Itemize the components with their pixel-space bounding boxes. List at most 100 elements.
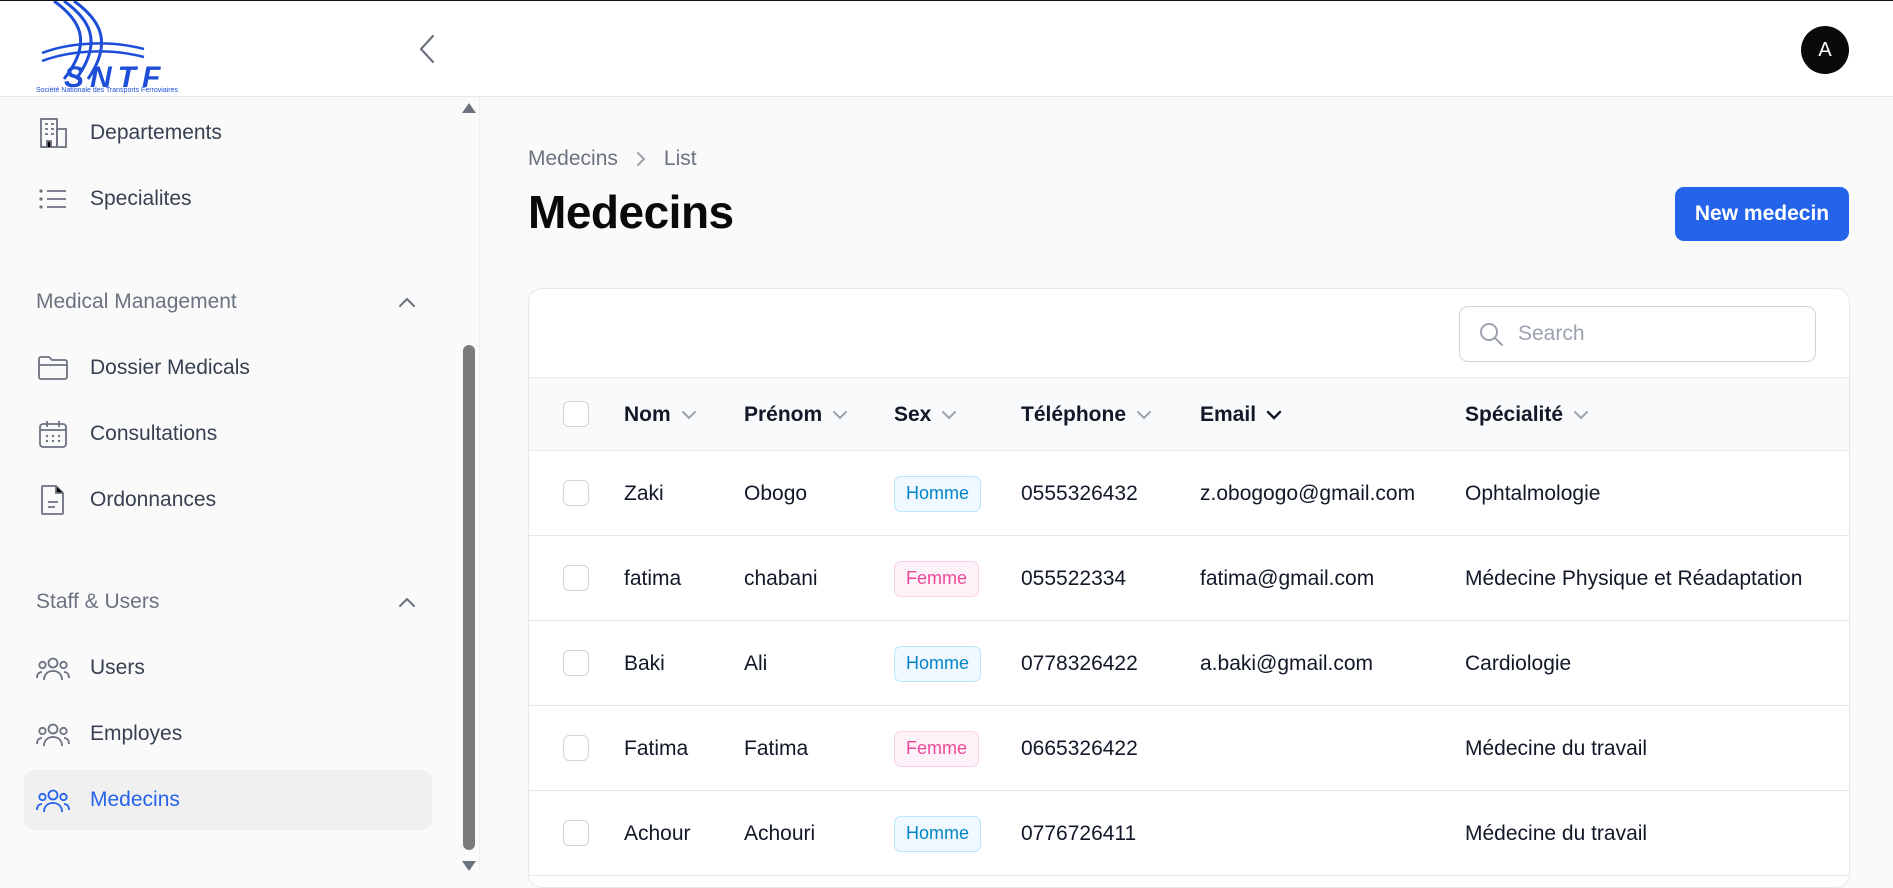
chevron-left-icon [419,34,435,64]
calendar-icon [36,417,70,451]
chevron-down-icon [941,410,957,420]
table-row[interactable]: Baki Ali Homme 0778326422 a.baki@gmail.c… [529,621,1849,706]
cell-email: z.obogogo@gmail.com [1200,481,1416,505]
cell-nom: Baki [624,651,665,675]
group-medical-management[interactable]: Medical Management [36,282,416,322]
row-checkbox[interactable] [563,480,589,506]
sex-badge: Homme [894,645,982,682]
breadcrumb: Medecins List [528,147,697,171]
users-icon [36,783,70,817]
sidebar-item-employes[interactable]: Employes [24,704,432,764]
sidebar-item-specialites[interactable]: Specialites [24,169,432,229]
group-title: Staff & Users [36,590,160,613]
sex-badge: Femme [894,560,980,597]
chevron-down-icon [1136,410,1152,420]
chevron-right-icon [636,151,646,167]
sidebar-item-users[interactable]: Users [24,638,432,698]
cell-telephone: 0778326422 [1021,651,1138,675]
chevron-down-icon [681,410,697,420]
column-header-label: Email [1200,403,1257,426]
table-row[interactable]: fatima chabani Femme 055522334 fatima@gm… [529,536,1849,621]
row-checkbox[interactable] [563,820,589,846]
cell-nom: Fatima [624,736,689,760]
document-icon [36,483,70,517]
column-header-nom[interactable]: Nom [624,378,697,452]
table-row[interactable]: Achour Achouri Homme 0776726411 Médecine… [529,791,1849,876]
table-row[interactable]: Fatima Fatima Femme 0665326422 Médecine … [529,706,1849,791]
sidebar-item-label: Consultations [90,422,218,445]
cell-specialite: Médecine Physique et Réadaptation [1465,566,1803,590]
select-all-checkbox[interactable] [563,401,589,427]
row-checkbox[interactable] [563,565,589,591]
sex-badge: Homme [894,815,982,852]
cell-specialite: Médecine du travail [1465,736,1648,760]
cell-sex: Femme [894,536,980,621]
users-icon [36,651,70,685]
cell-telephone: 0776726411 [1021,821,1137,845]
breadcrumb-parent[interactable]: Medecins [528,147,618,171]
new-medecin-button[interactable]: New medecin [1675,187,1849,241]
sntf-logo[interactable]: SNTF [34,0,204,97]
search-icon [1478,321,1504,347]
table-row[interactable]: Zaki Obogo Homme 0555326432 z.obogogo@gm… [529,451,1849,536]
table-header: Nom Prénom Sex Téléphone Email Spécialit… [529,377,1849,452]
cell-telephone: 055522334 [1021,566,1127,590]
sidebar-item-dossier-medicals[interactable]: Dossier Medicals [24,338,432,398]
cell-sex: Femme [894,706,980,791]
main-content: Medecins List Medecins New medecin Nom P… [480,97,1893,888]
row-checkbox[interactable] [563,735,589,761]
list-icon [36,182,70,216]
logo-tagline: Société Nationale des Transports Ferrovi… [36,87,179,94]
column-header-label: Téléphone [1021,403,1127,426]
search-input[interactable] [1518,322,1788,346]
group-staff-users[interactable]: Staff & Users [36,582,416,622]
cell-prenom: chabani [744,566,818,590]
cell-telephone: 0665326422 [1021,736,1138,760]
sidebar-item-label: Employes [90,722,183,745]
sidebar-item-label: Users [90,656,145,679]
sidebar-item-ordonnances[interactable]: Ordonnances [24,470,432,530]
sidebar-item-consultations[interactable]: Consultations [24,404,432,464]
sidebar-item-label: Ordonnances [90,488,217,511]
table-card: Nom Prénom Sex Téléphone Email Spécialit… [528,288,1850,888]
collapse-sidebar-button[interactable] [412,31,442,67]
cell-telephone: 0555326432 [1021,481,1138,505]
sidebar-item-label: Medecins [90,788,180,811]
column-header-sex[interactable]: Sex [894,378,957,452]
cell-email: a.baki@gmail.com [1200,651,1374,675]
sidebar-item-label: Dossier Medicals [90,356,250,379]
cell-sex: Homme [894,791,982,876]
breadcrumb-current: List [663,147,697,170]
cell-prenom: Obogo [744,481,808,505]
user-avatar[interactable]: A [1801,26,1849,74]
sidebar-item-medecins[interactable]: Medecins [24,770,432,830]
column-header-label: Spécialité [1465,403,1564,426]
scroll-up-arrow[interactable] [462,103,476,113]
chevron-down-icon [1573,410,1589,420]
building-icon [36,116,70,150]
column-header-label: Nom [624,403,671,426]
sidebar-item-label: Departements [90,121,222,144]
sidebar-scrollbar-thumb[interactable] [463,345,475,850]
cell-prenom: Achouri [744,821,816,845]
sidebar-item-departements[interactable]: Departements [24,103,432,163]
row-checkbox[interactable] [563,650,589,676]
column-header-specialite[interactable]: Spécialité [1465,378,1589,452]
chevron-down-icon [832,410,848,420]
column-header-telephone[interactable]: Téléphone [1021,378,1152,452]
chevron-up-icon [399,597,415,607]
scroll-down-arrow[interactable] [462,861,476,871]
column-header-label: Sex [894,403,932,426]
column-header-email[interactable]: Email [1200,378,1282,452]
cell-sex: Homme [894,621,982,706]
sex-badge: Femme [894,730,980,767]
search-box[interactable] [1459,306,1816,362]
sidebar: Departements Specialites Medical Managem… [0,97,480,871]
cell-specialite: Cardiologie [1465,651,1572,675]
cell-prenom: Fatima [744,736,809,760]
page-title: Medecins [528,186,734,238]
cell-specialite: Médecine du travail [1465,821,1648,845]
column-header-label: Prénom [744,403,823,426]
column-header-prenom[interactable]: Prénom [744,378,848,452]
chevron-down-icon [1266,410,1282,420]
